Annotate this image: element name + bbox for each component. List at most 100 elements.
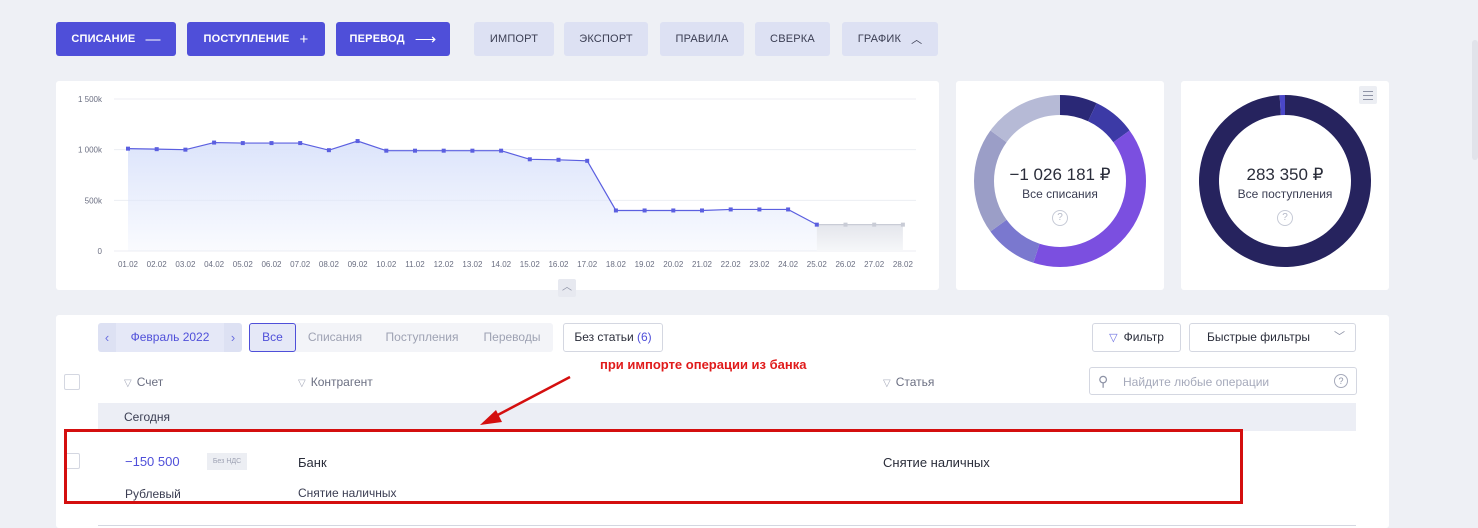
x-tick-label: 10.02 bbox=[376, 260, 397, 269]
annotation-highlight-box bbox=[64, 429, 1243, 504]
income-total: 283 350 ₽ bbox=[1246, 165, 1324, 184]
column-account-label: Счет bbox=[136, 375, 164, 389]
income-button[interactable]: ПОСТУПЛЕНИЕ + bbox=[187, 22, 325, 56]
x-tick-label: 24.02 bbox=[778, 260, 799, 269]
select-all-checkbox[interactable] bbox=[64, 374, 80, 390]
data-point bbox=[355, 139, 360, 144]
data-point bbox=[326, 148, 331, 153]
quick-filters-select[interactable]: Быстрые фильтры ﹀ bbox=[1189, 323, 1356, 352]
column-article[interactable]: ▽ Статья bbox=[883, 375, 934, 389]
forecast-area bbox=[816, 224, 903, 251]
income-donut-card: 283 350 ₽ Все поступления ? bbox=[1181, 81, 1389, 290]
month-label[interactable]: Февраль 2022 bbox=[116, 323, 224, 352]
help-icon[interactable]: ? bbox=[1277, 210, 1293, 226]
transfer-button[interactable]: ПЕРЕВОД ⟶ bbox=[336, 22, 450, 56]
search-box: ⚲ ? bbox=[1089, 367, 1357, 395]
transfer-label: ПЕРЕВОД bbox=[349, 33, 405, 45]
tab-transfers[interactable]: Переводы bbox=[474, 323, 550, 352]
reconcile-button[interactable]: СВЕРКА bbox=[755, 22, 830, 56]
funnel-icon: ▽ bbox=[298, 378, 306, 389]
arrow-right-icon: ⟶ bbox=[414, 31, 437, 48]
data-point bbox=[183, 147, 188, 152]
scrollbar[interactable] bbox=[1472, 40, 1478, 160]
income-label-text: Все поступления bbox=[1237, 187, 1333, 201]
data-point bbox=[728, 207, 733, 212]
data-point bbox=[613, 208, 618, 213]
export-label: ЭКСПОРТ bbox=[579, 33, 633, 45]
chevron-left-icon[interactable]: ‹ bbox=[98, 323, 116, 352]
data-point bbox=[154, 147, 159, 152]
filter-button[interactable]: ▽ Фильтр bbox=[1092, 323, 1181, 352]
x-tick-label: 20.02 bbox=[663, 260, 684, 269]
collapse-chart-icon[interactable]: ︿ bbox=[558, 279, 576, 297]
chevron-up-icon: ︿ bbox=[911, 34, 923, 46]
help-icon[interactable]: ? bbox=[1052, 210, 1068, 226]
no-article-button[interactable]: Без статьи (6) bbox=[563, 323, 663, 352]
data-point bbox=[900, 222, 905, 227]
x-tick-label: 19.02 bbox=[635, 260, 656, 269]
reconcile-label: СВЕРКА bbox=[770, 33, 815, 45]
data-point bbox=[298, 141, 303, 146]
data-point bbox=[499, 148, 504, 153]
x-tick-label: 11.02 bbox=[405, 260, 425, 269]
income-donut bbox=[1199, 95, 1371, 267]
funnel-icon: ▽ bbox=[883, 378, 891, 389]
search-input[interactable] bbox=[1123, 373, 1323, 390]
menu-icon[interactable] bbox=[1359, 86, 1377, 104]
data-point bbox=[872, 222, 877, 227]
x-tick-label: 21.02 bbox=[692, 260, 713, 269]
data-point bbox=[384, 148, 389, 153]
data-point bbox=[556, 157, 561, 162]
column-article-label: Статья bbox=[895, 375, 935, 389]
column-counterparty[interactable]: ▽ Контрагент bbox=[298, 375, 373, 389]
data-point bbox=[700, 208, 704, 213]
chevron-right-icon[interactable]: › bbox=[224, 323, 242, 352]
data-point bbox=[126, 146, 130, 151]
no-article-count: (6) bbox=[637, 330, 652, 344]
chart-toggle-button[interactable]: ГРАФИК ︿ bbox=[842, 22, 938, 56]
writeoff-button[interactable]: СПИСАНИЕ — bbox=[56, 22, 176, 56]
tab-all[interactable]: Все bbox=[249, 323, 296, 352]
annotation-text: при импорте операции из банка bbox=[600, 357, 807, 372]
rules-button[interactable]: ПРАВИЛА bbox=[660, 22, 744, 56]
x-tick-label: 03.02 bbox=[175, 260, 196, 269]
income-label: ПОСТУПЛЕНИЕ bbox=[203, 33, 290, 45]
data-point bbox=[814, 222, 819, 227]
area-fill bbox=[128, 141, 817, 251]
x-tick-label: 12.02 bbox=[434, 260, 455, 269]
data-point bbox=[642, 208, 647, 213]
x-tick-label: 16.02 bbox=[548, 260, 569, 269]
import-label: ИМПОРТ bbox=[489, 33, 539, 45]
x-tick-label: 02.02 bbox=[147, 260, 168, 269]
data-point bbox=[843, 222, 848, 227]
funnel-icon: ▽ bbox=[124, 378, 132, 389]
x-tick-label: 23.02 bbox=[749, 260, 770, 269]
tab-income[interactable]: Поступления bbox=[379, 323, 465, 352]
data-point bbox=[269, 141, 274, 146]
export-button[interactable]: ЭКСПОРТ bbox=[564, 22, 648, 56]
x-tick-label: 22.02 bbox=[721, 260, 742, 269]
import-button[interactable]: ИМПОРТ bbox=[474, 22, 554, 56]
writeoffs-donut-card: −1 026 181 ₽ Все списания ? bbox=[956, 81, 1164, 290]
toolbar: СПИСАНИЕ — ПОСТУПЛЕНИЕ + ПЕРЕВОД ⟶ ИМПОР… bbox=[56, 22, 956, 56]
writeoffs-donut-slice[interactable] bbox=[990, 219, 1040, 263]
x-tick-label: 18.02 bbox=[606, 260, 627, 269]
x-tick-label: 26.02 bbox=[835, 260, 856, 269]
writeoffs-total: −1 026 181 ₽ bbox=[1009, 165, 1111, 184]
y-tick-label: 1 500k bbox=[78, 95, 103, 104]
data-point bbox=[786, 207, 791, 212]
x-tick-label: 15.02 bbox=[520, 260, 541, 269]
x-tick-label: 09.02 bbox=[348, 260, 369, 269]
column-account[interactable]: ▽ Счет bbox=[124, 375, 163, 389]
writeoffs-donut bbox=[974, 95, 1146, 267]
x-tick-label: 27.02 bbox=[864, 260, 885, 269]
data-point bbox=[240, 141, 245, 146]
data-point bbox=[212, 140, 217, 145]
help-icon[interactable]: ? bbox=[1334, 374, 1348, 388]
writeoffs-donut-slice[interactable] bbox=[990, 95, 1060, 143]
data-point bbox=[585, 158, 590, 163]
y-tick-label: 0 bbox=[98, 247, 103, 256]
tab-writeoffs[interactable]: Списания bbox=[301, 323, 369, 352]
writeoff-label: СПИСАНИЕ bbox=[71, 33, 136, 45]
x-tick-label: 14.02 bbox=[491, 260, 512, 269]
